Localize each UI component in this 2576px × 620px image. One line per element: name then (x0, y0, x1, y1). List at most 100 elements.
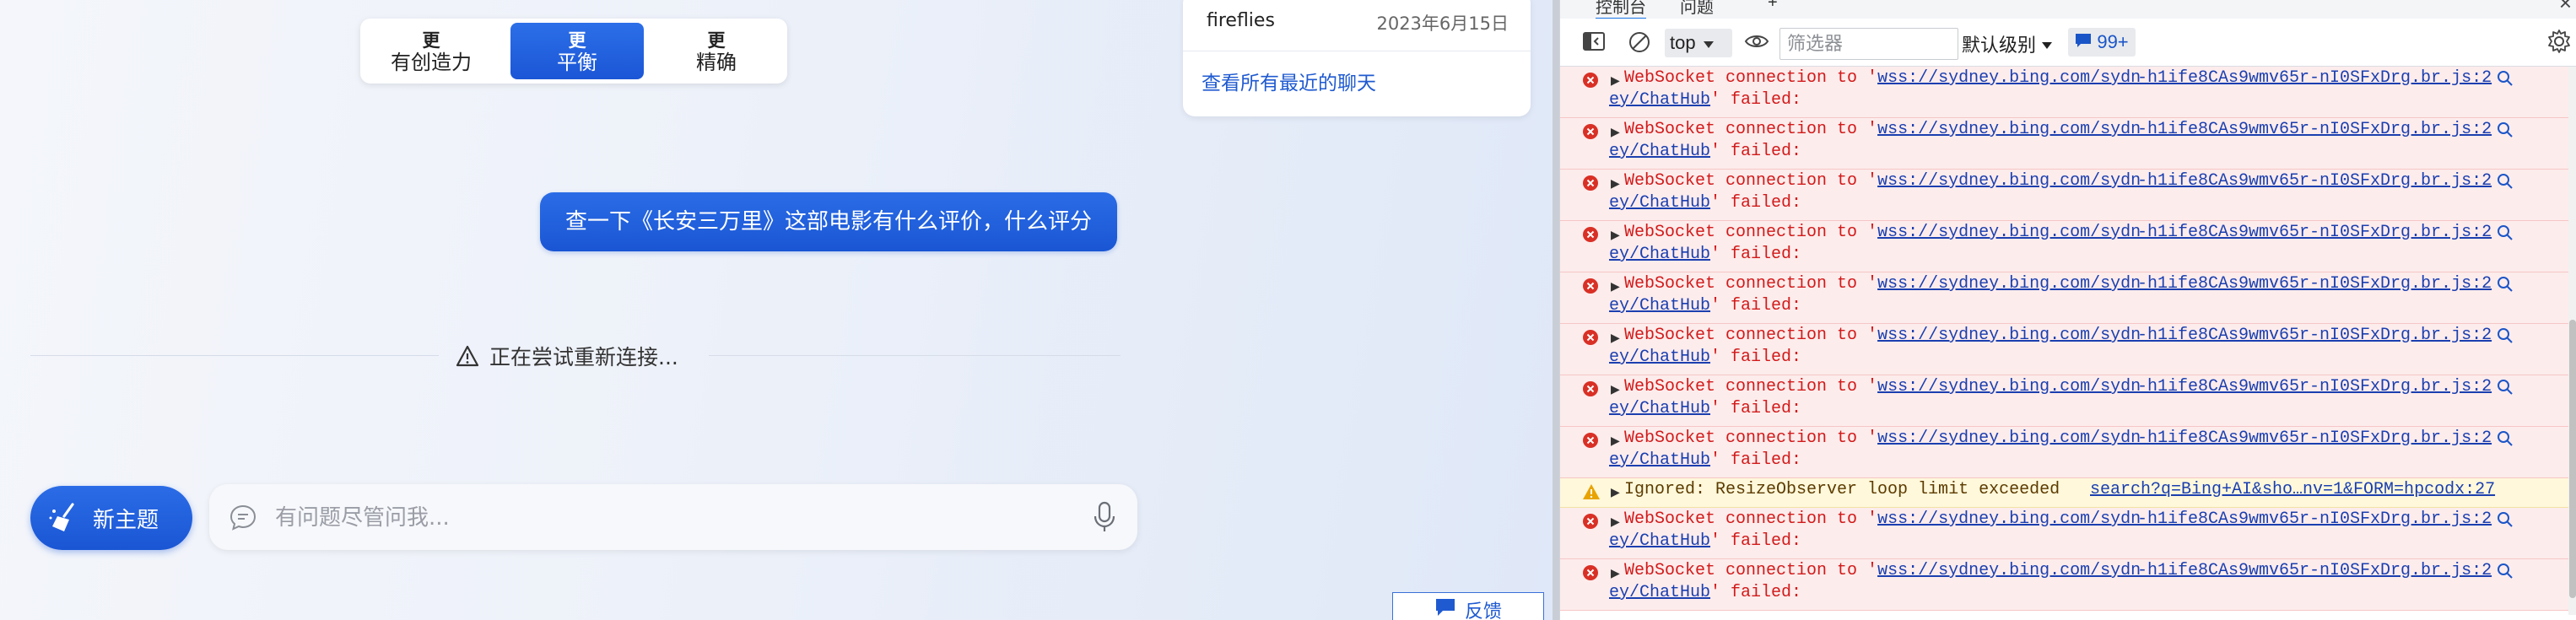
log-source-link[interactable]: -h1ife8CAs9wmv65r-nI0SFxDrg.br.js:2 (2137, 171, 2492, 191)
log-url-link[interactable]: wss://sydney.bing.com/sydn (1877, 509, 2141, 529)
expand-triangle-icon[interactable]: ▶ (1611, 485, 1620, 499)
console-prompt-row[interactable]: › (1560, 611, 2568, 615)
log-message-cont: ey/ChatHub' failed: (1609, 90, 1801, 110)
issues-counter[interactable]: 99+ (2068, 28, 2136, 57)
console-error-row[interactable]: ▶ WebSocket connection to 'wss://sydney.b… (1560, 375, 2568, 427)
log-source-link[interactable]: -h1ife8CAs9wmv65r-nI0SFxDrg.br.js:2 (2137, 120, 2492, 139)
log-url-link-cont[interactable]: ey/ChatHub (1609, 296, 1710, 315)
log-source-link[interactable]: -h1ife8CAs9wmv65r-nI0SFxDrg.br.js:2 (2137, 68, 2492, 88)
tab-console[interactable]: 控制台 (1596, 0, 1646, 19)
expand-triangle-icon[interactable]: ▶ (1611, 125, 1620, 139)
console-error-row[interactable]: ▶ WebSocket connection to 'wss://sydney.b… (1560, 221, 2568, 272)
sidebar-toggle-icon[interactable] (1582, 30, 1606, 57)
style-balanced-button[interactable]: 更 平衡 (510, 23, 644, 79)
search-icon[interactable] (2497, 563, 2514, 584)
expand-triangle-icon[interactable]: ▶ (1611, 515, 1620, 529)
log-message-cont: ey/ChatHub' failed: (1609, 583, 1801, 602)
log-url-link[interactable]: wss://sydney.bing.com/sydn (1877, 429, 2141, 448)
eye-icon[interactable] (1744, 32, 1769, 55)
filter-input[interactable] (1779, 28, 1958, 60)
search-icon[interactable] (2497, 121, 2514, 143)
log-url-link[interactable]: wss://sydney.bing.com/sydn (1877, 223, 2141, 242)
log-source-link[interactable]: -h1ife8CAs9wmv65r-nI0SFxDrg.br.js:2 (2137, 223, 2492, 242)
new-topic-button[interactable]: 新主题 (30, 486, 192, 550)
microphone-icon[interactable] (1094, 501, 1115, 536)
log-url-link-cont[interactable]: ey/ChatHub (1609, 450, 1710, 470)
search-icon[interactable] (2497, 224, 2514, 245)
feedback-button[interactable]: 反馈 (1392, 592, 1544, 620)
message-icon (2075, 31, 2092, 53)
gear-icon[interactable] (2546, 29, 2572, 58)
log-url-link-cont[interactable]: ey/ChatHub (1609, 245, 1710, 264)
add-tab-button[interactable]: + (1768, 0, 1778, 13)
search-icon[interactable] (2497, 430, 2514, 451)
log-url-link-cont[interactable]: ey/ChatHub (1609, 348, 1710, 367)
console-error-row[interactable]: ▶ WebSocket connection to 'wss://sydney.b… (1560, 508, 2568, 559)
console-error-row[interactable]: ▶ WebSocket connection to 'wss://sydney.b… (1560, 427, 2568, 478)
log-source-link[interactable]: -h1ife8CAs9wmv65r-nI0SFxDrg.br.js:2 (2137, 561, 2492, 580)
recent-chats-card: fireflies 2023年6月15日 查看所有最近的聊天 (1183, 0, 1531, 116)
log-url-link[interactable]: wss://sydney.bing.com/sydn (1877, 68, 2141, 88)
expand-triangle-icon[interactable]: ▶ (1611, 382, 1620, 396)
error-icon (1582, 329, 1599, 350)
ask-input[interactable] (273, 498, 1036, 538)
expand-triangle-icon[interactable]: ▶ (1611, 566, 1620, 580)
console-error-row[interactable]: ▶ WebSocket connection to 'wss://sydney.b… (1560, 170, 2568, 221)
log-url-link-cont[interactable]: ey/ChatHub (1609, 193, 1710, 213)
reconnect-status: 正在尝试重新连接... (456, 341, 678, 371)
search-icon[interactable] (2497, 511, 2514, 532)
log-source-link[interactable]: -h1ife8CAs9wmv65r-nI0SFxDrg.br.js:2 (2137, 429, 2492, 448)
expand-triangle-icon[interactable]: ▶ (1611, 331, 1620, 345)
log-url-link-cont[interactable]: ey/ChatHub (1609, 531, 1710, 551)
log-url-link-cont[interactable]: ey/ChatHub (1609, 399, 1710, 418)
console-error-row[interactable]: ▶ WebSocket connection to 'wss://sydney.b… (1560, 324, 2568, 375)
search-icon[interactable] (2497, 379, 2514, 400)
log-source-link[interactable]: -h1ife8CAs9wmv65r-nI0SFxDrg.br.js:2 (2137, 326, 2492, 345)
context-select[interactable]: top (1665, 29, 1732, 57)
console-error-row[interactable]: ▶ WebSocket connection to 'wss://sydney.b… (1560, 67, 2568, 118)
expand-triangle-icon[interactable]: ▶ (1611, 434, 1620, 448)
log-url-link[interactable]: wss://sydney.bing.com/sydn (1877, 171, 2141, 191)
search-icon[interactable] (2497, 327, 2514, 348)
log-url-link-cont[interactable]: ey/ChatHub (1609, 583, 1710, 602)
style-creative-button[interactable]: 更 有创造力 (365, 23, 498, 79)
log-prefix: WebSocket connection to ' (1624, 68, 1878, 88)
close-icon[interactable]: × (2559, 0, 2572, 16)
log-url-link[interactable]: wss://sydney.bing.com/sydn (1877, 377, 2141, 396)
log-url-link-cont[interactable]: ey/ChatHub (1609, 142, 1710, 161)
log-levels-dropdown[interactable]: 默认级别 (1962, 30, 2053, 57)
log-suffix: ' failed: (1710, 142, 1802, 161)
search-icon[interactable] (2497, 70, 2514, 91)
expand-triangle-icon[interactable]: ▶ (1611, 228, 1620, 242)
tab-issues[interactable]: 问题 (1680, 0, 1714, 18)
log-url-link[interactable]: wss://sydney.bing.com/sydn (1877, 561, 2141, 580)
clear-console-icon[interactable] (1628, 30, 1651, 58)
bing-chat-panel: 更 有创造力 更 平衡 更 精确 fireflies 2023年6月15日 查看… (0, 0, 1553, 620)
log-source-link[interactable]: -h1ife8CAs9wmv65r-nI0SFxDrg.br.js:2 (2137, 274, 2492, 294)
log-url-link-cont[interactable]: ey/ChatHub (1609, 90, 1710, 110)
log-source-link[interactable]: -h1ife8CAs9wmv65r-nI0SFxDrg.br.js:2 (2137, 509, 2492, 529)
log-url-link[interactable]: wss://sydney.bing.com/sydn (1877, 120, 2141, 139)
expand-triangle-icon[interactable]: ▶ (1611, 279, 1620, 294)
search-icon[interactable] (2497, 173, 2514, 194)
style-creative-line2: 有创造力 (391, 51, 472, 74)
console-error-row[interactable]: ▶ WebSocket connection to 'wss://sydney.b… (1560, 272, 2568, 324)
log-source-link[interactable]: -h1ife8CAs9wmv65r-nI0SFxDrg.br.js:2 (2137, 377, 2492, 396)
panel-resize-handle[interactable] (1553, 0, 1559, 620)
console-error-row[interactable]: ▶ WebSocket connection to 'wss://sydney.b… (1560, 559, 2568, 611)
expand-triangle-icon[interactable]: ▶ (1611, 73, 1620, 88)
log-url-link[interactable]: wss://sydney.bing.com/sydn (1877, 274, 2141, 294)
console-scrollbar[interactable] (2568, 67, 2576, 615)
expand-triangle-icon[interactable]: ▶ (1611, 176, 1620, 191)
search-icon[interactable] (2497, 276, 2514, 297)
log-url-link[interactable]: wss://sydney.bing.com/sydn (1877, 326, 2141, 345)
style-precise-button[interactable]: 更 精确 (650, 23, 783, 79)
feedback-icon (1434, 597, 1456, 620)
console-error-row[interactable]: ▶ WebSocket connection to 'wss://sydney.b… (1560, 118, 2568, 170)
log-message-cont: ey/ChatHub' failed: (1609, 399, 1801, 418)
console-warning-row[interactable]: ▶ Ignored: ResizeObserver loop limit exce… (1560, 478, 2568, 508)
view-all-chats-link[interactable]: 查看所有最近的聊天 (1202, 67, 1376, 95)
log-source-link[interactable]: search?q=Bing+AI&sho…nv=1&FORM=hpcodx:27 (2090, 480, 2495, 499)
recent-chat-title[interactable]: fireflies (1207, 10, 1275, 31)
scrollbar-thumb[interactable] (2569, 320, 2576, 598)
